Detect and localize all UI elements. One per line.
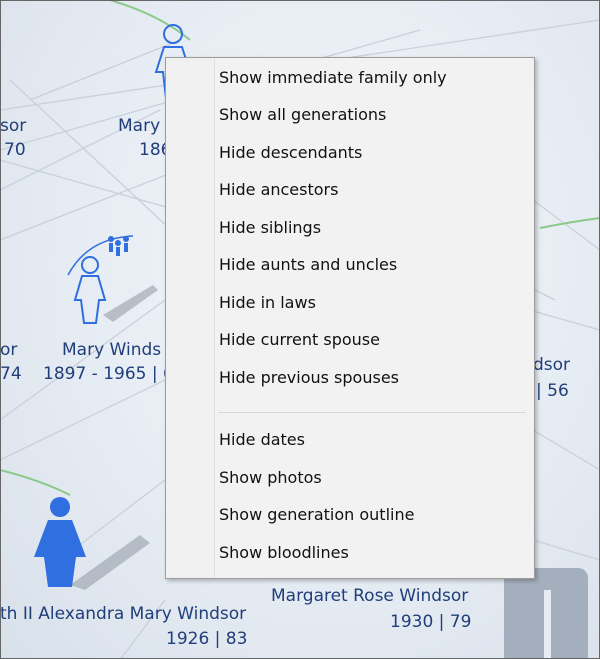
menu-item-show-all-generations[interactable]: Show all generations xyxy=(214,96,532,133)
person-name[interactable]: th II Alexandra Mary Windsor xyxy=(0,602,246,626)
scrollbar-grip xyxy=(544,590,551,659)
female-solid-icon[interactable] xyxy=(30,495,170,595)
person-dates: | 56 xyxy=(536,381,569,401)
menu-item-hide-dates[interactable]: Hide dates xyxy=(214,421,532,458)
menu-item-hide-previous-spouses[interactable]: Hide previous spouses xyxy=(214,359,532,396)
menu-item-hide-ancestors[interactable]: Hide ancestors xyxy=(214,171,532,208)
menu-item-hide-in-laws[interactable]: Hide in laws xyxy=(214,284,532,321)
menu-item-show-photos[interactable]: Show photos xyxy=(214,459,532,496)
menu-item-hide-aunts-and-uncles[interactable]: Hide aunts and uncles xyxy=(214,246,532,283)
person-name[interactable]: Mary Winds xyxy=(62,338,161,362)
menu-item-show-immediate-family-only[interactable]: Show immediate family only xyxy=(214,59,532,96)
person-dates: 1930 | 79 xyxy=(390,612,472,632)
person-dates: 1897 - 1965 | 6 xyxy=(43,364,174,384)
menu-separator xyxy=(218,412,526,413)
context-menu: Show immediate family only Show all gene… xyxy=(165,57,535,579)
scrollbar-thumb[interactable] xyxy=(504,568,588,659)
menu-item-show-generation-outline[interactable]: Show generation outline xyxy=(214,496,532,533)
person-dates: 70 xyxy=(4,140,26,160)
female-outline-with-family-icon[interactable] xyxy=(58,230,168,330)
person-name[interactable]: sor xyxy=(0,114,26,138)
person-name[interactable]: Mary xyxy=(118,114,160,138)
person-name[interactable]: Margaret Rose Windsor xyxy=(271,584,468,608)
menu-item-hide-current-spouse[interactable]: Hide current spouse xyxy=(214,321,532,358)
person-dates: 74 xyxy=(0,364,22,384)
menu-item-show-bloodlines[interactable]: Show bloodlines xyxy=(214,534,532,571)
menu-icon-gutter xyxy=(166,58,215,578)
person-dates: 1926 | 83 xyxy=(166,629,248,649)
menu-item-hide-descendants[interactable]: Hide descendants xyxy=(214,134,532,171)
person-name[interactable]: dsor xyxy=(533,353,570,377)
person-name[interactable]: or xyxy=(0,338,17,362)
menu-item-hide-siblings[interactable]: Hide siblings xyxy=(214,209,532,246)
